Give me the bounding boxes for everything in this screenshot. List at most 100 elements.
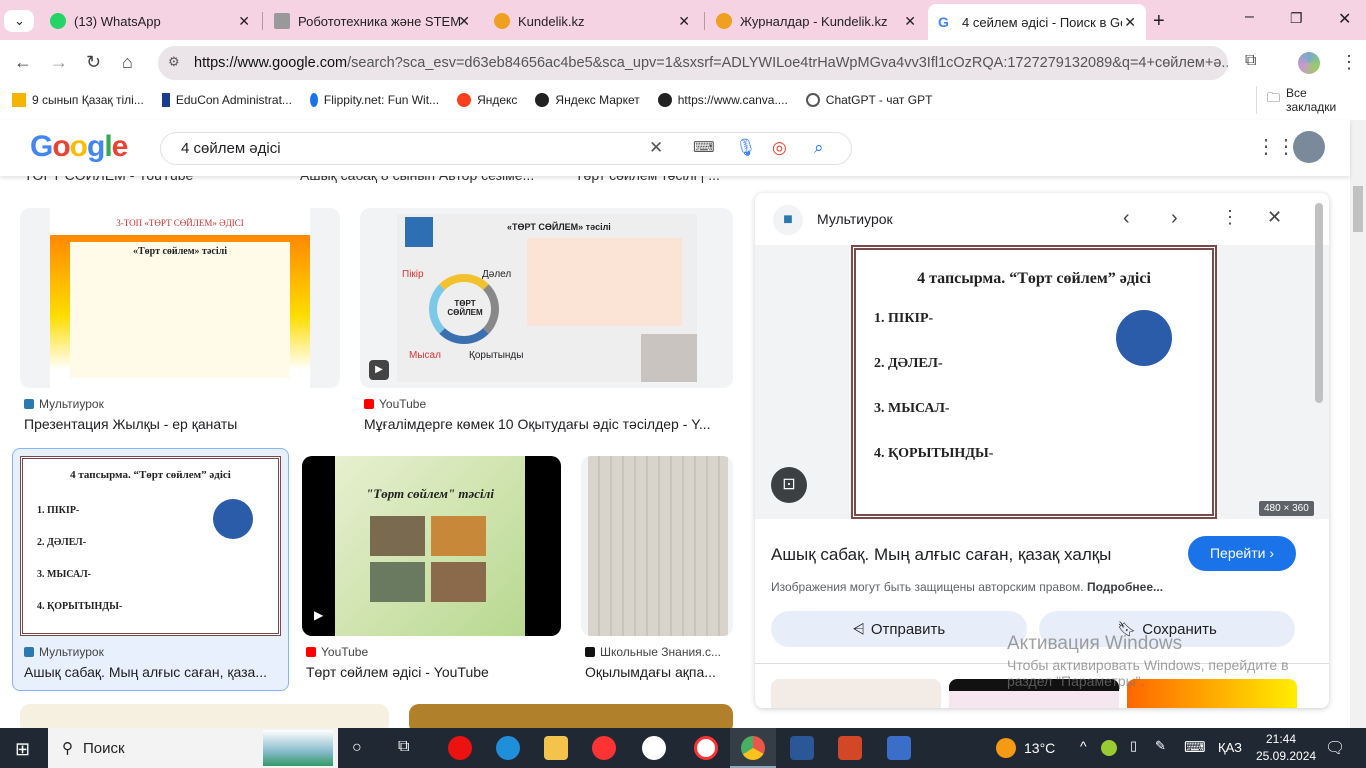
- preview-source[interactable]: Мультиурок: [817, 211, 893, 227]
- edge-icon[interactable]: [496, 736, 520, 760]
- result-title[interactable]: Мұғалімдерге көмек 10 Оқытудағы әдіс тәс…: [364, 416, 729, 432]
- mic-icon[interactable]: 🎙: [735, 138, 757, 158]
- result-source[interactable]: Мультиурок: [24, 397, 104, 411]
- result-source[interactable]: Мультиурок: [24, 645, 104, 659]
- multiurok-icon: ■: [773, 205, 803, 235]
- search-icon[interactable]: ⌕: [814, 138, 824, 158]
- temperature[interactable]: 13°C: [1024, 740, 1055, 756]
- related-image[interactable]: [771, 679, 941, 708]
- home-icon[interactable]: ⌂: [122, 52, 133, 73]
- restore-button[interactable]: ❐: [1290, 10, 1303, 27]
- visit-button[interactable]: Перейти ›: [1188, 536, 1296, 571]
- page-scrollbar[interactable]: [1350, 120, 1366, 728]
- youtube-icon: [364, 399, 374, 409]
- result-source[interactable]: YouTube: [364, 397, 426, 411]
- globe-mascot: [1116, 310, 1172, 366]
- close-tab-icon[interactable]: ✕: [458, 13, 470, 30]
- bookmark-item[interactable]: Flippity.net: Fun Wit...: [309, 93, 439, 107]
- close-icon[interactable]: ✕: [1267, 207, 1282, 228]
- app-icon[interactable]: [642, 736, 666, 760]
- image-result[interactable]: 3-ТОП «ТӨРТ СӨЙЛЕМ» ӘДІСІ «Төрт сөйлем» …: [20, 208, 340, 388]
- notifications-icon[interactable]: 🗨: [1325, 738, 1345, 758]
- result-title[interactable]: Оқылымдағы ақпа...: [585, 664, 725, 680]
- tab-whatsapp[interactable]: (13) WhatsApp ✕: [40, 6, 260, 36]
- tray-app-icon[interactable]: [1101, 740, 1117, 756]
- menu-icon[interactable]: ⋮: [1340, 52, 1358, 73]
- chatgpt-icon: [805, 93, 820, 107]
- bookmark-item[interactable]: EduCon Administrat...: [161, 93, 292, 107]
- preview-image-area: 4 тапсырма. “Төрт сөйлем” әдісі 1. ПІКІР…: [755, 245, 1329, 519]
- reload-icon[interactable]: ↻: [86, 52, 101, 73]
- preview-image[interactable]: 4 тапсырма. “Төрт сөйлем” әдісі 1. ПІКІР…: [851, 245, 1217, 519]
- result-source[interactable]: YouTube: [306, 645, 368, 659]
- google-logo[interactable]: Google: [30, 130, 128, 164]
- bookmark-item[interactable]: Яндекс: [457, 93, 517, 107]
- image-result[interactable]: "Төрт сөйлем" тәсілі ▶: [302, 456, 561, 636]
- lens-search-icon[interactable]: ⊡: [771, 467, 807, 503]
- profile-avatar[interactable]: [1298, 52, 1320, 74]
- new-tab-button[interactable]: +: [1153, 10, 1165, 33]
- keyboard-icon[interactable]: ⌨: [693, 138, 715, 156]
- tab-label: Kundelik.kz: [518, 13, 585, 29]
- account-avatar[interactable]: [1293, 131, 1325, 163]
- thumbnail: "Төрт сөйлем" тәсілі: [335, 456, 525, 636]
- bookmark-item[interactable]: Яндекс Маркет: [535, 93, 640, 107]
- share-button[interactable]: ⩤ Отправить: [771, 611, 1027, 647]
- folder-icon: 🗀: [1267, 90, 1281, 105]
- minimize-button[interactable]: –: [1245, 8, 1254, 26]
- clock[interactable]: 21:44 25.09.2024: [1256, 732, 1316, 763]
- bookmark-item[interactable]: 9 сынып Қазақ тілі...: [12, 93, 144, 107]
- extensions-icon[interactable]: ⧉: [1245, 52, 1256, 70]
- result-title[interactable]: Презентация Жылқы - ер қанаты: [24, 416, 334, 432]
- cortana-icon[interactable]: ○: [352, 739, 362, 757]
- bookmarks-bar: 9 сынып Қазақ тілі... EduCon Administrat…: [0, 86, 1366, 114]
- tab-search-button[interactable]: ⌄: [4, 10, 34, 32]
- image-result[interactable]: [581, 456, 733, 636]
- more-options-icon[interactable]: ⋮: [1221, 207, 1239, 228]
- tab-robotics[interactable]: Робототехника және STEM ✕: [264, 6, 480, 36]
- snipping-tool-icon[interactable]: [887, 736, 911, 760]
- close-tab-icon[interactable]: ✕: [904, 13, 916, 30]
- tab-journals[interactable]: Журналдар - Kundelik.kz ✕: [706, 6, 926, 36]
- windows-start-icon[interactable]: ⊞: [15, 739, 30, 760]
- learn-more-link[interactable]: Подробнее...: [1087, 580, 1163, 594]
- clear-icon[interactable]: ✕: [649, 138, 663, 158]
- bookmark-item[interactable]: https://www.canva....: [657, 93, 788, 107]
- file-explorer-icon[interactable]: [544, 736, 568, 760]
- tab-kundelik[interactable]: Kundelik.kz ✕: [484, 6, 700, 36]
- image-result[interactable]: «ТӨРТ СӨЙЛЕМ» тәсілі ТӨРТ СӨЙЛЕМ Пікір Д…: [360, 208, 733, 388]
- lens-icon[interactable]: ◎: [772, 138, 787, 158]
- task-view-icon[interactable]: ⧉: [398, 738, 409, 756]
- tab-google-search[interactable]: G 4 сейлем әдісі - Поиск в Go ✕: [928, 4, 1146, 40]
- keyboard-icon[interactable]: ⌨: [1184, 738, 1206, 756]
- panel-scrollbar[interactable]: [1315, 203, 1323, 403]
- close-tab-icon[interactable]: ✕: [678, 13, 690, 30]
- apps-icon[interactable]: ⋮⋮: [1256, 134, 1296, 159]
- tray-chevron-icon[interactable]: ^: [1080, 738, 1087, 754]
- share-icon: ⩤: [852, 620, 865, 638]
- pen-icon[interactable]: ✎: [1155, 738, 1166, 754]
- yandex-icon[interactable]: [592, 736, 616, 760]
- back-icon[interactable]: ←: [14, 52, 32, 73]
- all-bookmarks[interactable]: 🗀 Все закладки: [1256, 86, 1360, 114]
- site-info-icon[interactable]: ⚙: [168, 54, 180, 70]
- forward-icon[interactable]: →: [50, 52, 68, 73]
- result-title[interactable]: Төрт сөйлем әдісі - YouTube: [306, 664, 561, 680]
- bookmark-item[interactable]: ChatGPT - чат GPT: [805, 93, 932, 107]
- next-icon[interactable]: ›: [1171, 207, 1178, 230]
- opera-icon[interactable]: [448, 736, 472, 760]
- close-window-button[interactable]: ✕: [1338, 9, 1351, 29]
- close-tab-icon[interactable]: ✕: [1124, 14, 1136, 31]
- taskbar-search[interactable]: ⚲ Поиск: [48, 728, 338, 768]
- yandex-browser-icon[interactable]: [694, 736, 718, 760]
- result-title[interactable]: Ашық сабақ. Мың алғыс саған, қаза...: [24, 664, 279, 680]
- previous-icon[interactable]: ‹: [1123, 207, 1130, 230]
- camera-icon[interactable]: ▯: [1130, 738, 1137, 754]
- powerpoint-icon[interactable]: [838, 736, 862, 760]
- close-tab-icon[interactable]: ✕: [238, 13, 250, 30]
- language-indicator[interactable]: ҚАЗ: [1218, 740, 1242, 755]
- result-source[interactable]: Школьные Знания.c...: [585, 645, 721, 659]
- address-bar[interactable]: ⚙ https://www.google.com/search?sca_esv=…: [158, 46, 1228, 80]
- word-icon[interactable]: [790, 736, 814, 760]
- preview-title[interactable]: Ашық сабақ. Мың алғыс саған, қазақ халқы: [771, 545, 1111, 565]
